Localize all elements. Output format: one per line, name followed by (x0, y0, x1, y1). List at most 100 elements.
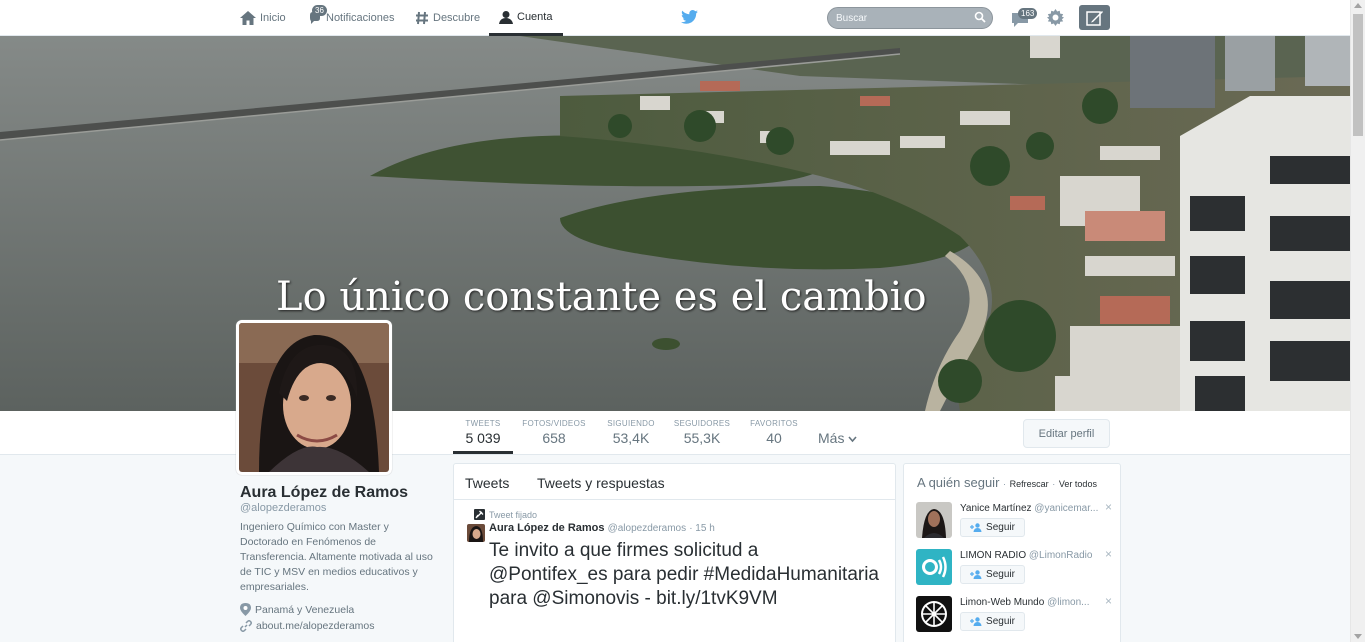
follow-button[interactable]: Seguir (960, 612, 1025, 631)
stat-following-label: SIGUIENDO (607, 419, 655, 428)
profile-stats-bar: TWEETS 5 039 FOTOS/VIDEOS 658 SIGUIENDO … (0, 411, 1350, 455)
tweet-header: Aura López de Ramos @alopezderamos · 15 … (489, 522, 715, 534)
suggestion-name-line[interactable]: LIMÓN RADIO @LimonRadio (960, 550, 1100, 561)
tweet-author-name[interactable]: Aura López de Ramos (489, 522, 605, 534)
follow-person-icon (970, 523, 982, 532)
tweet-author-handle[interactable]: @alopezderamos (608, 523, 687, 534)
nav-item-home[interactable]: Inicio (240, 0, 286, 36)
suggestion-item: Limon-Web Mundo @limon... × Seguir (916, 594, 1116, 636)
follow-person-icon (970, 617, 982, 626)
banner-photo (0, 36, 1350, 411)
edit-profile-button[interactable]: Editar perfil (1023, 419, 1110, 448)
search-icon[interactable] (974, 11, 986, 23)
suggestion-item: Yanice Martínez @yanicemar... × Seguir (916, 500, 1116, 542)
nav-item-discover[interactable]: Descubre (415, 0, 480, 36)
tab-tweets-and-replies[interactable]: Tweets y respuestas (537, 475, 665, 491)
who-to-follow-header: A quién seguir · Refrescar · Ver todos (917, 475, 1097, 490)
stat-photos-value: 658 (542, 430, 566, 446)
stat-favorites-value: 40 (766, 430, 782, 446)
tweet-author-avatar[interactable] (467, 524, 485, 542)
nav-label-account: Cuenta (517, 10, 553, 23)
suggestion-avatar[interactable] (916, 596, 952, 632)
limon-web-logo-icon (916, 596, 952, 632)
profile-location: Panamá y Venezuela (240, 603, 354, 616)
link-icon (240, 620, 252, 632)
suggestion-name[interactable]: Yanice Martínez (960, 503, 1032, 514)
tweet-timestamp[interactable]: · 15 h (689, 523, 715, 534)
nav-item-notifications[interactable]: 36 Notificaciones (308, 0, 394, 36)
pin-icon (474, 509, 485, 520)
suggestion-name[interactable]: Limon-Web Mundo (960, 597, 1044, 608)
home-icon (240, 11, 256, 25)
stat-photos-videos[interactable]: FOTOS/VIDEOS 658 (520, 419, 588, 446)
scroll-up-arrow-icon[interactable] (1354, 3, 1362, 8)
scroll-down-arrow-icon[interactable] (1354, 634, 1362, 639)
suggestion-avatar[interactable] (916, 502, 952, 538)
who-to-follow-panel: A quién seguir · Refrescar · Ver todos Y… (903, 463, 1121, 642)
stat-favorites[interactable]: FAVORITOS 40 (746, 419, 802, 446)
notifications-badge: 36 (312, 5, 327, 16)
page-scrollbar[interactable] (1350, 0, 1365, 642)
stat-followers-value: 55,3K (683, 430, 721, 446)
view-all-link[interactable]: Ver todos (1059, 479, 1097, 489)
dismiss-suggestion-close-icon[interactable]: × (1105, 594, 1112, 608)
tab-tweets[interactable]: Tweets (465, 475, 509, 491)
nav-item-account[interactable]: Cuenta (489, 0, 563, 36)
dismiss-suggestion-close-icon[interactable]: × (1105, 500, 1112, 514)
search-input[interactable] (828, 8, 968, 29)
chevron-down-icon (848, 436, 857, 443)
tweet-text: Te invito a que firmes solicitud a @Pont… (489, 540, 880, 609)
profile-avatar[interactable] (236, 320, 392, 475)
pinned-tweet-label: Tweet fijado (474, 509, 537, 520)
avatar-photo (239, 323, 389, 472)
stat-tweets-label: TWEETS (465, 419, 501, 428)
account-icon (499, 10, 513, 24)
refresh-link[interactable]: Refrescar (1010, 479, 1049, 489)
more-label: Más (818, 430, 845, 446)
pinned-text: Tweet fijado (489, 509, 538, 520)
hashtag-icon (416, 11, 428, 25)
stat-following[interactable]: SIGUIENDO 53,4K (603, 419, 659, 446)
suggestion-name-line[interactable]: Limon-Web Mundo @limon... (960, 597, 1100, 608)
suggestion-handle[interactable]: @limon... (1047, 597, 1089, 608)
dismiss-suggestion-close-icon[interactable]: × (1105, 547, 1112, 561)
suggestion-name[interactable]: LIMÓN RADIO (960, 550, 1026, 561)
stat-tweets[interactable]: TWEETS 5 039 (453, 419, 513, 446)
suggestion-handle[interactable]: @yanicemar... (1034, 503, 1098, 514)
suggestion-avatar[interactable] (916, 549, 952, 585)
profile-banner: Lo único constante es el cambio (0, 36, 1350, 411)
nav-label-notifications: Notificaciones (326, 12, 395, 24)
stat-followers[interactable]: SEGUIDORES 55,3K (671, 419, 733, 446)
profile-name[interactable]: Aura López de Ramos (240, 484, 408, 502)
suggestion-item: LIMÓN RADIO @LimonRadio × Seguir (916, 547, 1116, 589)
follow-label: Seguir (986, 569, 1015, 580)
follow-person-icon (970, 570, 982, 579)
banner-quote: Lo único constante es el cambio (276, 274, 927, 320)
settings-gear-icon[interactable] (1047, 9, 1064, 26)
nav-label-discover: Descubre (433, 12, 481, 24)
who-to-follow-title: A quién seguir (917, 475, 1000, 490)
compose-tweet-button[interactable] (1079, 5, 1110, 30)
profile-url[interactable]: about.me/alopezderamos (240, 620, 375, 632)
twitter-bird-icon[interactable] (681, 10, 698, 24)
scrollbar-thumb[interactable] (1353, 14, 1363, 136)
stat-following-value: 53,4K (612, 430, 650, 446)
stat-favorites-label: FAVORITOS (750, 419, 798, 428)
profile-url-text[interactable]: about.me/alopezderamos (256, 620, 375, 632)
suggestion-name-line[interactable]: Yanice Martínez @yanicemar... (960, 503, 1100, 514)
follow-button[interactable]: Seguir (960, 518, 1025, 537)
more-menu[interactable]: Más (818, 430, 857, 446)
messages-button[interactable]: 163 (1011, 8, 1041, 30)
suggestion-handle[interactable]: @LimonRadio (1029, 550, 1093, 561)
timeline-panel: Tweets Tweets y respuestas Tweet fijado … (453, 463, 896, 642)
profile-location-text: Panamá y Venezuela (255, 603, 355, 616)
tweet-avatar-photo (467, 524, 485, 542)
stat-followers-label: SEGUIDORES (673, 419, 731, 428)
location-pin-icon (240, 603, 251, 616)
compose-icon (1085, 10, 1103, 26)
stat-tweets-value: 5 039 (465, 430, 501, 446)
follow-label: Seguir (986, 616, 1015, 627)
follow-button[interactable]: Seguir (960, 565, 1025, 584)
profile-handle[interactable]: @alopezderamos (240, 502, 326, 514)
stat-photos-label: FOTOS/VIDEOS (522, 419, 586, 428)
